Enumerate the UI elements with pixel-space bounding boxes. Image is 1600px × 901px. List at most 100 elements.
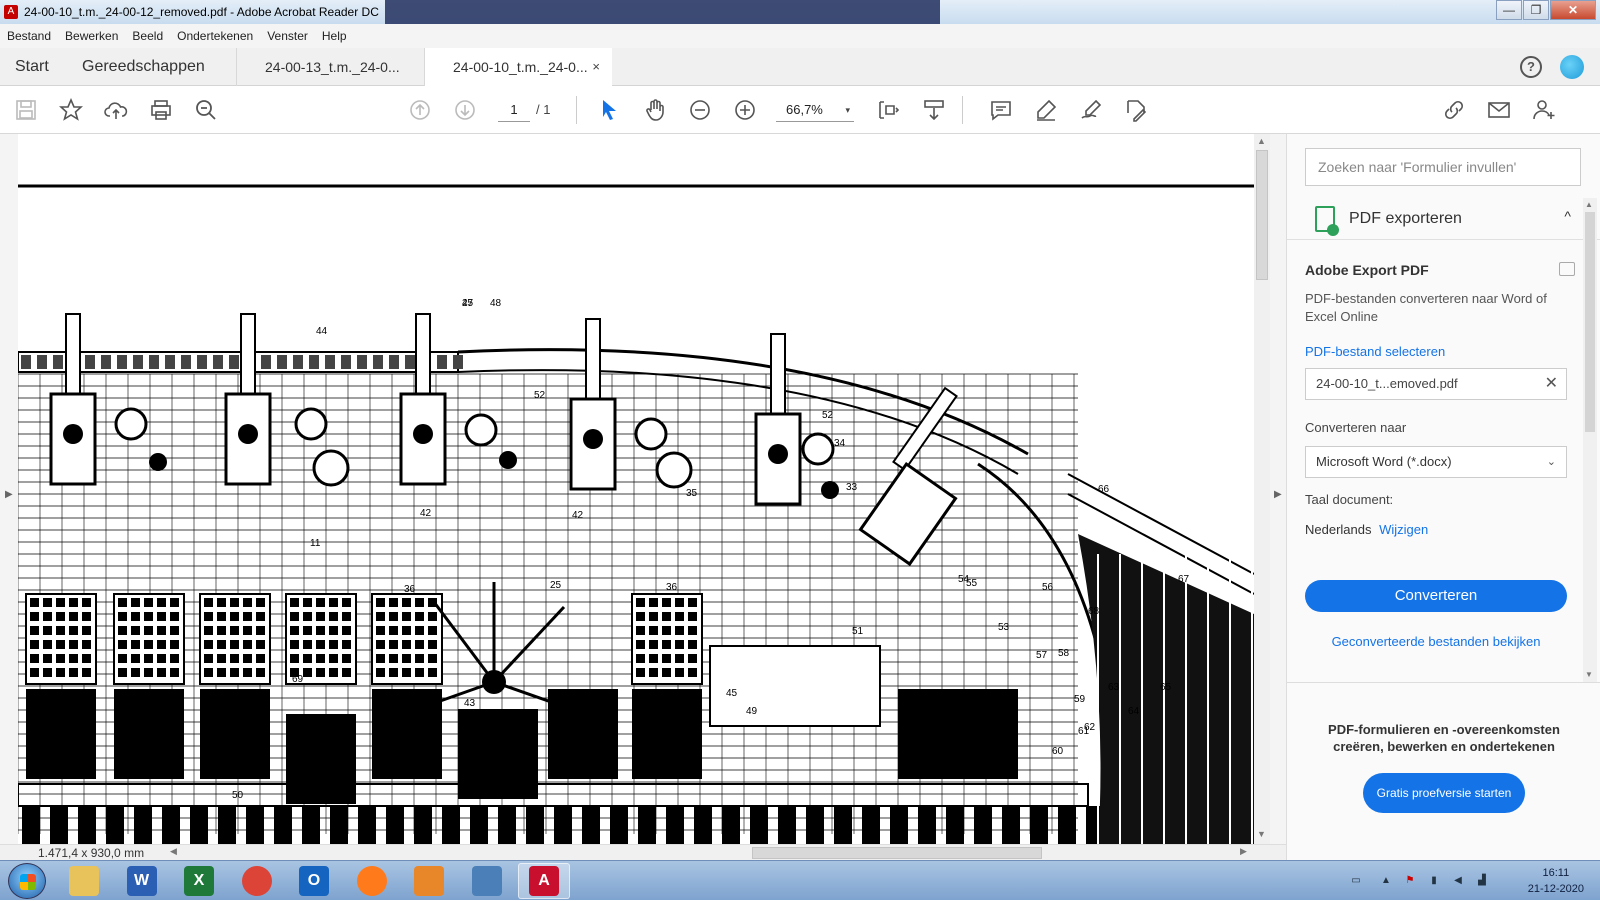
menu-help[interactable]: Help: [322, 29, 347, 43]
taskbar-photos[interactable]: [461, 863, 513, 899]
panel-scroll-down-icon[interactable]: ▼: [1585, 670, 1593, 679]
zoom-out-icon[interactable]: [686, 96, 714, 124]
close-window-button[interactable]: ✕: [1550, 0, 1596, 20]
draw-freeform-icon[interactable]: [1077, 96, 1105, 124]
promo-section: PDF-formulieren en -overeenkomsten creër…: [1287, 682, 1600, 860]
previous-page-icon[interactable]: [406, 96, 434, 124]
page-number-input[interactable]: 1: [498, 98, 530, 122]
window-controls: — ❐ ✕: [1495, 0, 1596, 20]
close-tab-icon[interactable]: ×: [592, 48, 600, 86]
taskbar-app-flame[interactable]: [403, 863, 455, 899]
sign-icon[interactable]: [1122, 96, 1150, 124]
taskbar-firefox[interactable]: [346, 863, 398, 899]
hatch-grid-cell: [675, 612, 684, 621]
tab-document-2[interactable]: 24-00-10_t.m._24-0... ×: [424, 48, 612, 87]
bottom-block: [50, 806, 68, 844]
bottom-rail: [18, 783, 1089, 807]
convert-format-select[interactable]: Microsoft Word (*.docx) ⌄: [1305, 446, 1567, 478]
left-panel-toggle[interactable]: ▶: [0, 134, 18, 844]
panel-scroll-up-icon[interactable]: ▲: [1585, 200, 1593, 209]
tab-tools[interactable]: Gereedschappen: [82, 48, 205, 86]
panel-scroll-thumb[interactable]: [1585, 212, 1595, 432]
scroll-mode-icon[interactable]: [920, 96, 948, 124]
cannon-wheel: [63, 424, 83, 444]
zoom-level-select[interactable]: 66,7% ▾: [776, 98, 854, 122]
fit-page-icon[interactable]: [874, 96, 902, 124]
search-zoom-icon[interactable]: [192, 96, 220, 124]
battery-icon[interactable]: ▮: [1428, 875, 1440, 887]
right-panel-toggle[interactable]: ▶: [1270, 134, 1286, 844]
account-avatar[interactable]: [1560, 55, 1584, 79]
network-icon[interactable]: ▟: [1476, 875, 1488, 887]
scroll-down-icon[interactable]: ▼: [1257, 829, 1266, 839]
hatch-circle: [655, 451, 693, 489]
change-language-link[interactable]: Wijzigen: [1379, 522, 1428, 537]
volume-icon[interactable]: ◀: [1452, 875, 1464, 887]
app-flame-icon: [414, 866, 444, 896]
menu-beeld[interactable]: Beeld: [132, 29, 163, 43]
hatch-grid-cell: [636, 612, 645, 621]
tab-document-1[interactable]: 24-00-13_t.m._24-0...: [236, 48, 424, 86]
start-button[interactable]: [8, 863, 46, 899]
hatch-grid-cell: [649, 668, 658, 677]
drawing-label: 49: [746, 706, 758, 717]
chevron-up-icon[interactable]: ^: [1564, 208, 1571, 224]
vertical-scrollbar[interactable]: ▲ ▼: [1254, 134, 1270, 844]
help-icon[interactable]: ?: [1520, 56, 1542, 78]
taskbar-outlook[interactable]: O: [288, 863, 340, 899]
drawing-label: 44: [316, 326, 328, 337]
print-icon[interactable]: [147, 96, 175, 124]
mail-icon[interactable]: [1485, 96, 1513, 124]
minimize-button[interactable]: —: [1496, 0, 1522, 20]
scroll-up-icon[interactable]: ▲: [1257, 136, 1266, 146]
copy-icon[interactable]: [1559, 262, 1575, 276]
drawing-label: 69: [292, 674, 304, 685]
zoom-in-icon[interactable]: [731, 96, 759, 124]
start-trial-button[interactable]: Gratis proefversie starten: [1363, 773, 1525, 813]
taskbar-acrobat[interactable]: A: [518, 863, 570, 899]
rail-block: [165, 355, 175, 369]
keyboard-icon[interactable]: ▭: [1350, 875, 1362, 887]
vertical-scroll-thumb[interactable]: [1256, 150, 1268, 280]
menu-bewerken[interactable]: Bewerken: [65, 29, 118, 43]
panel-scrollbar[interactable]: ▲ ▼: [1583, 198, 1597, 682]
maximize-button[interactable]: ❐: [1523, 0, 1549, 20]
show-hidden-icons[interactable]: ▲: [1380, 875, 1392, 887]
taskbar-explorer[interactable]: [58, 863, 110, 899]
horizontal-scroll-thumb[interactable]: [752, 847, 1042, 859]
rail-block: [37, 355, 47, 369]
add-user-icon[interactable]: [1530, 96, 1558, 124]
star-icon[interactable]: [57, 96, 85, 124]
next-page-icon[interactable]: [451, 96, 479, 124]
tools-search-input[interactable]: Zoeken naar 'Formulier invullen': [1305, 148, 1581, 186]
taskbar-excel[interactable]: X: [173, 863, 225, 899]
hand-tool-icon[interactable]: [641, 96, 669, 124]
select-cursor-icon[interactable]: [595, 96, 623, 124]
action-center-icon[interactable]: ⚑: [1404, 875, 1416, 887]
system-clock[interactable]: 16:11 21-12-2020: [1528, 865, 1584, 897]
hatch-grid-cell: [230, 654, 239, 663]
comment-icon[interactable]: [987, 96, 1015, 124]
menu-bestand[interactable]: Bestand: [7, 29, 51, 43]
scroll-right-icon[interactable]: ▶: [1240, 846, 1247, 857]
scroll-left-icon[interactable]: ◀: [170, 846, 177, 857]
hatch-grid-cell: [43, 626, 52, 635]
save-icon[interactable]: [12, 96, 40, 124]
tab-start[interactable]: Start: [15, 48, 49, 86]
clear-file-icon[interactable]: ✕: [1545, 369, 1558, 399]
menu-ondertekenen[interactable]: Ondertekenen: [177, 29, 253, 43]
taskbar-chrome[interactable]: [231, 863, 283, 899]
highlight-pen-icon[interactable]: [1032, 96, 1060, 124]
cloud-upload-icon[interactable]: [102, 96, 130, 124]
pdf-export-header[interactable]: PDF exporteren ^: [1287, 198, 1600, 240]
taskbar-word[interactable]: W: [116, 863, 168, 899]
view-converted-files-link[interactable]: Geconverteerde bestanden bekijken: [1305, 634, 1567, 649]
drawing-label: 63: [1108, 682, 1120, 693]
menu-venster[interactable]: Venster: [267, 29, 308, 43]
convert-button[interactable]: Converteren: [1305, 580, 1567, 612]
bottom-block: [862, 806, 880, 844]
share-link-icon[interactable]: [1440, 96, 1468, 124]
hatch-grid-cell: [157, 640, 166, 649]
hatch-grid-cell: [662, 598, 671, 607]
select-pdf-file-link[interactable]: PDF-bestand selecteren: [1305, 344, 1445, 359]
